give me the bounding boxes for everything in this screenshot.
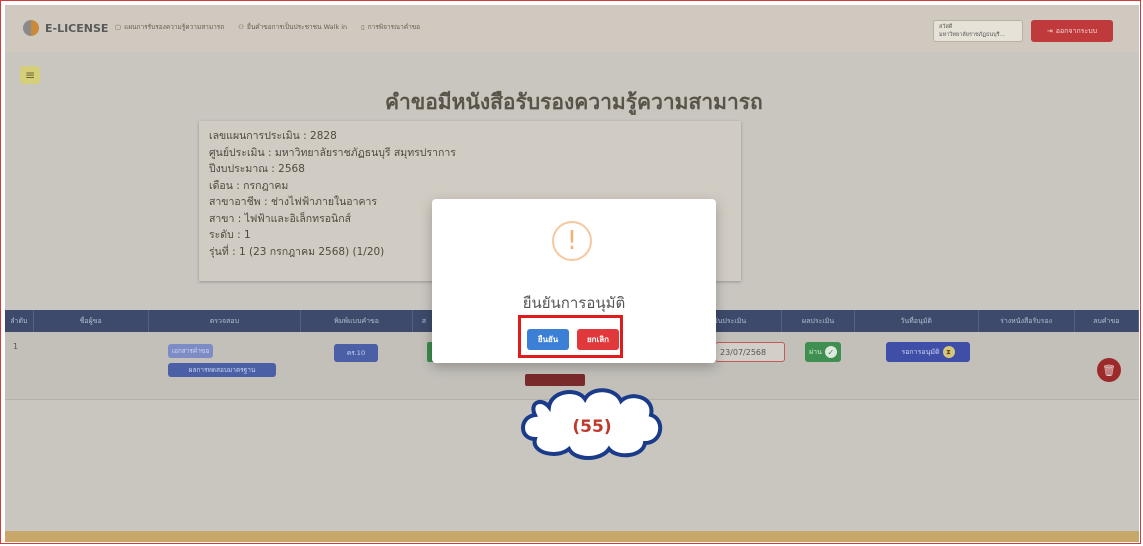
hourglass-icon: ⧗ [942,346,955,358]
hamburger-icon: ≡ [24,68,36,82]
user-add-icon: ⚇ [238,23,245,31]
test-result-button[interactable]: ผลการทดสอบมาตรฐาน [168,363,276,377]
result-badge[interactable]: ผ่าน ✓ [805,342,841,362]
page: E-LICENSE ▢ แผนการรับรองความรู้ความสามารถ… [5,5,1139,542]
th-index: ลำดับ [5,310,34,332]
print-kr10-button[interactable]: คร.10 [334,344,378,362]
th-check: ตรวจสอบ [149,310,302,332]
logo-icon [23,20,39,36]
row-index: 1 [13,342,19,351]
info-fiscal-year: ปีงบประมาณ : 2568 [209,163,305,175]
footer-bar [5,531,1139,542]
th-draft: ร่างหนังสือรับรอง [979,310,1075,332]
doc-icon: ▯ [361,23,365,31]
check-icon: ✓ [824,346,837,358]
nav-review[interactable]: ▯ การพิจารณาคำขอ [361,22,420,32]
eval-date-field[interactable]: 23/07/2568 [715,342,785,362]
brand-name: E-LICENSE [45,21,109,35]
page-title: คำขอมีหนังสือรับรองความรู้ความสามารถ [385,90,763,114]
info-month: เดือน : กรกฎาคม [209,179,289,192]
dialog-title: ยืนยันการอนุมัติ [522,294,626,312]
top-navbar: E-LICENSE ▢ แผนการรับรองความรู้ความสามารถ… [5,5,1139,52]
trash-icon: 🗑 [1102,363,1116,377]
annotation-label: (55) [572,417,611,437]
user-info[interactable]: สวัสดี มหาวิทยาลัยราชภัฏธนบุรี... [933,20,1023,42]
th-print: พิมพ์แบบคำขอ [301,310,414,332]
warning-icon: ! [552,221,592,261]
menu-toggle-button[interactable]: ≡ [20,66,40,84]
request-doc-button[interactable]: เอกสารคำขอ [168,344,213,358]
app-logo[interactable]: E-LICENSE [23,20,108,36]
highlight-box [518,315,623,358]
th-delete: ลบคำขอ [1075,310,1139,332]
logout-icon: ⇥ [1046,27,1053,35]
main-nav: ▢ แผนการรับรองความรู้ความสามารถ ⚇ ยื่นคำขอ… [115,22,420,32]
info-plan-number: เลขแผนการประเมิน : 2828 [209,130,337,142]
approve-status-badge[interactable]: รอการอนุมัติ ⧗ [886,342,970,362]
screenshot-frame: E-LICENSE ▢ แผนการรับรองความรู้ความสามารถ… [0,0,1141,544]
th-approve-date: วันที่อนุมัติ [855,310,979,332]
book-icon: ▢ [115,23,122,31]
info-center: ศูนย์ประเมิน : มหาวิทยาลัยราชภัฏธนบุรี ส… [209,146,456,159]
nav-plan[interactable]: ▢ แผนการรับรองความรู้ความสามารถ [115,22,224,32]
th-name: ชื่อผู้ขอ [34,310,149,332]
cloud-callout: (55) [521,388,662,460]
th-result: ผลประเมิน [782,310,855,332]
delete-button[interactable]: 🗑 [1097,358,1121,382]
logout-button[interactable]: ⇥ ออกจากระบบ [1031,20,1113,42]
nav-walkin[interactable]: ⚇ ยื่นคำขอการเป็นประชาชน Walk in [238,22,347,32]
